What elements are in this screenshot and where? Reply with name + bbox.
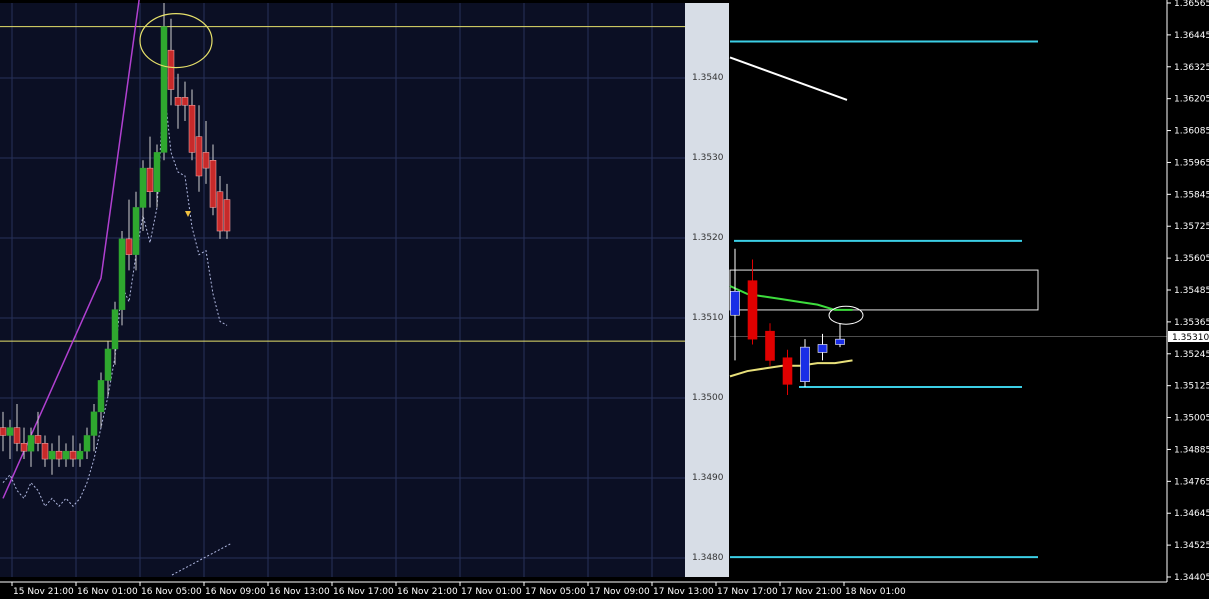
inset-candle-body — [153, 152, 161, 192]
inset-candle-body — [223, 199, 231, 232]
inset-price-label: 1.3480 — [692, 553, 724, 563]
inset-candle-body — [34, 435, 42, 444]
price-tick-label: 1.35005 — [1174, 414, 1209, 424]
inset-price-label: 1.3490 — [692, 473, 724, 483]
inset-candle-body — [97, 380, 105, 413]
inset-candle-body — [167, 49, 175, 90]
inset-zoomed-chart: 1.3540 1.3530 1.3520 1.3510 1.3500 1.3490 1.34… — [0, 0, 729, 577]
price-tick-label: 1.35365 — [1174, 318, 1209, 328]
time-tick-label: 16 Nov 17:00 — [333, 587, 394, 597]
price-tick-label: 1.36325 — [1174, 63, 1209, 73]
current-price-tag: 1.35310 — [1168, 331, 1209, 343]
candle-body — [730, 291, 740, 316]
time-tick-label: 16 Nov 13:00 — [269, 587, 330, 597]
inset-price-label: 1.3520 — [692, 233, 724, 243]
inset-candle-body — [209, 160, 217, 208]
price-tick-label: 1.35485 — [1174, 286, 1209, 296]
price-tick-label: 1.34405 — [1174, 573, 1209, 583]
inset-candle-body — [90, 411, 98, 436]
inset-price-axis — [685, 3, 729, 577]
time-tick-label: 18 Nov 01:00 — [845, 587, 906, 597]
time-tick-label: 16 Nov 09:00 — [205, 587, 266, 597]
inset-candle-body — [69, 450, 77, 460]
price-tick-label: 1.35245 — [1174, 350, 1209, 360]
price-tick-label: 1.35965 — [1174, 158, 1209, 168]
inset-price-label: 1.3500 — [692, 393, 724, 403]
time-tick-label: 17 Nov 09:00 — [589, 587, 650, 597]
inset-candle-body — [111, 309, 119, 350]
candle-body — [782, 357, 793, 385]
price-tick-label: 1.34885 — [1174, 445, 1209, 455]
price-tick-label: 1.36565 — [1174, 0, 1209, 9]
forex-chart-window: 1.36565 1.36445 1.36325 1.36205 1.36085 1.359… — [0, 0, 1209, 599]
price-tick-label: 1.35725 — [1174, 222, 1209, 232]
candle-body — [765, 330, 775, 361]
inset-candle-body — [55, 450, 63, 460]
time-tick-label: 16 Nov 05:00 — [141, 587, 202, 597]
inset-candle-body — [13, 427, 21, 444]
inset-candle-body — [202, 152, 210, 169]
current-price-label: 1.35310 — [1172, 333, 1209, 343]
time-tick-label: 17 Nov 17:00 — [717, 587, 778, 597]
inset-candle-body — [83, 435, 91, 452]
inset-background — [0, 3, 685, 577]
price-tick-label: 1.35605 — [1174, 254, 1209, 264]
inset-candle-body — [20, 443, 28, 452]
inset-candle-body — [146, 167, 154, 192]
inset-candle-body — [216, 191, 224, 232]
price-tick-label: 1.34765 — [1174, 477, 1209, 487]
candle-body — [747, 280, 758, 340]
inset-candle-body — [188, 104, 196, 153]
inset-candle-body — [62, 450, 70, 460]
price-tick-label: 1.36205 — [1174, 95, 1209, 105]
inset-candle-body — [139, 167, 147, 208]
time-tick-label: 16 Nov 01:00 — [77, 587, 138, 597]
candle-body — [835, 338, 845, 345]
time-tick-label: 17 Nov 01:00 — [461, 587, 522, 597]
time-tick-label: 17 Nov 05:00 — [525, 587, 586, 597]
price-tick-label: 1.35845 — [1174, 190, 1209, 200]
inset-candle-body — [132, 207, 140, 255]
inset-candle-body — [181, 97, 189, 106]
inset-candle-body — [104, 348, 112, 381]
price-tick-label: 1.35125 — [1174, 382, 1209, 392]
inset-price-label: 1.3510 — [692, 313, 724, 323]
inset-candle-body — [195, 136, 203, 177]
price-tick-label: 1.36085 — [1174, 127, 1209, 137]
candle-body — [800, 346, 810, 382]
inset-candle-body — [125, 238, 133, 255]
time-tick-label: 15 Nov 21:00 — [13, 587, 74, 597]
time-tick-label: 17 Nov 21:00 — [781, 587, 842, 597]
inset-candle-body — [76, 450, 84, 460]
inset-candle-body — [27, 435, 35, 452]
inset-candle-body — [118, 238, 126, 310]
inset-candle-body — [0, 427, 7, 436]
inset-price-label: 1.3530 — [692, 153, 724, 163]
inset-candle-body — [174, 97, 182, 106]
inset-candle-body — [6, 427, 14, 436]
price-tick-label: 1.34525 — [1174, 541, 1209, 551]
inset-candle-body — [48, 450, 56, 460]
price-tick-label: 1.36445 — [1174, 31, 1209, 41]
time-tick-label: 16 Nov 21:00 — [397, 587, 458, 597]
time-tick-label: 17 Nov 13:00 — [653, 587, 714, 597]
candle-body — [817, 344, 828, 353]
price-tick-label: 1.34645 — [1174, 509, 1209, 519]
inset-candle-body — [160, 26, 168, 153]
inset-candle-body — [41, 443, 49, 460]
inset-price-label: 1.3540 — [692, 73, 724, 83]
